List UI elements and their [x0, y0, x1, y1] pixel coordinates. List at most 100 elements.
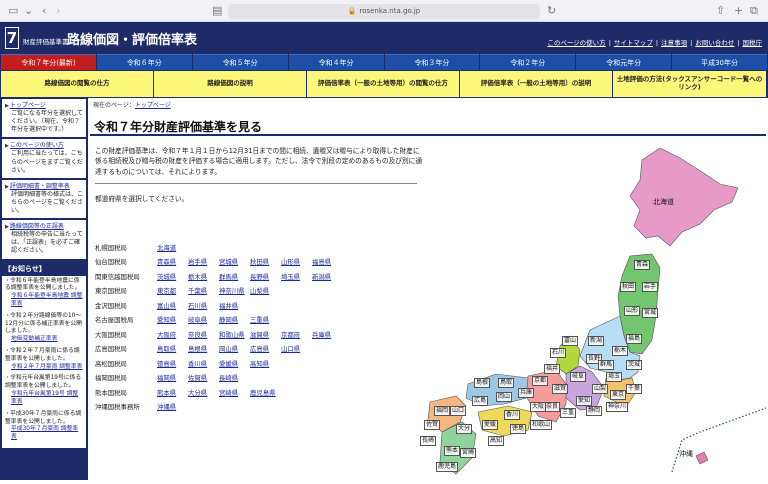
map-label-prefecture[interactable]: 東京 [610, 390, 627, 400]
prefecture-link[interactable]: 沖縄県 [157, 402, 188, 411]
site-logo[interactable]: 7 [5, 27, 19, 49]
map-label-prefecture[interactable]: 埼玉 [606, 372, 623, 382]
news-link[interactable]: 令和２年７月豪雨 調整率表 [5, 364, 83, 372]
map-label-prefecture[interactable]: 福井 [544, 364, 561, 374]
tab-r1[interactable]: 令和元年分 [576, 54, 672, 70]
back-icon[interactable]: ‹ [42, 3, 46, 19]
map-label-prefecture[interactable]: 三重 [560, 408, 577, 418]
address-bar[interactable]: 🔒 rosenka.nta.go.jp [228, 4, 540, 19]
prefecture-link[interactable]: 高知県 [250, 359, 281, 368]
link-contact[interactable]: お問い合わせ [695, 39, 734, 47]
link-notes[interactable]: 注意事項 [661, 39, 687, 47]
menu-rosenka-view[interactable]: 路線価図の閲覧の仕方 [1, 71, 153, 97]
map-label-prefecture[interactable]: 山口 [450, 406, 467, 416]
prefecture-link[interactable]: 滋賀県 [250, 330, 281, 339]
map-label-prefecture[interactable]: 岡山 [496, 392, 513, 402]
page-info-icon[interactable]: ▤ [212, 3, 222, 19]
link-how-to-use[interactable]: このページの使い方 [547, 39, 605, 47]
tab-r5[interactable]: 令和５年分 [192, 54, 288, 70]
map-label-prefecture[interactable]: 愛知 [576, 396, 593, 406]
prefecture-link[interactable]: 兵庫県 [312, 330, 343, 339]
sidebar-toggle-icon[interactable]: ▭ [8, 3, 18, 19]
prefecture-link[interactable]: 和歌山県 [219, 330, 250, 339]
prefecture-link[interactable]: 宮城県 [219, 257, 250, 266]
prefecture-link[interactable]: 秋田県 [250, 257, 281, 266]
sidebar-link-errata[interactable]: 路線価図等の正誤表 [10, 223, 64, 230]
map-label-prefecture[interactable]: 長崎 [420, 436, 437, 446]
menu-rosenka-explain[interactable]: 路線価図の説明 [154, 71, 306, 97]
prefecture-link[interactable]: 鹿児島県 [250, 388, 281, 397]
tabs-overview-icon[interactable]: ⧉ [750, 3, 758, 19]
map-label-prefecture[interactable]: 熊本 [444, 446, 461, 456]
prefecture-link[interactable]: 大阪府 [157, 330, 188, 339]
map-label-prefecture[interactable]: 高知 [488, 436, 505, 446]
prefecture-link[interactable]: 大分県 [188, 388, 219, 397]
breadcrumb-link-top[interactable]: トップページ [135, 102, 171, 109]
new-tab-icon[interactable]: + [734, 3, 743, 19]
prefecture-link[interactable]: 山梨県 [250, 286, 281, 295]
menu-tax-answer[interactable]: 土地評価の方法(タックスアンサーコード一覧へのリンク) [613, 71, 766, 97]
prefecture-link[interactable]: 石川県 [188, 301, 219, 310]
map-label-prefecture[interactable]: 岐阜 [570, 372, 587, 382]
map-label-prefecture[interactable]: 群馬 [598, 360, 615, 370]
prefecture-link[interactable]: 群馬県 [219, 272, 250, 281]
prefecture-link[interactable]: 岡山県 [219, 344, 250, 353]
map-label-prefecture[interactable]: 北海道 [652, 198, 675, 206]
link-nta[interactable]: 国税庁 [743, 39, 763, 47]
prefecture-link[interactable]: 広島県 [250, 344, 281, 353]
tab-r2[interactable]: 令和２年分 [480, 54, 576, 70]
map-label-prefecture[interactable]: 石川 [550, 348, 567, 358]
map-region-hokkaido[interactable] [629, 147, 739, 247]
sidebar-link-howto[interactable]: このページの使い方 [10, 142, 64, 149]
map-label-prefecture[interactable]: 佐賀 [424, 420, 441, 430]
sidebar-link-forms[interactable]: 評価明細書・調整率表 [10, 183, 70, 190]
map-label-prefecture[interactable]: 青森 [634, 260, 651, 270]
prefecture-link[interactable]: 香川県 [188, 359, 219, 368]
prefecture-link[interactable]: 東京都 [157, 286, 188, 295]
map-label-prefecture[interactable]: 徳島 [510, 424, 527, 434]
prefecture-link[interactable]: 茨城県 [157, 272, 188, 281]
prefecture-link[interactable]: 福島県 [312, 257, 343, 266]
map-label-prefecture[interactable]: 鹿児島 [436, 462, 459, 472]
news-link[interactable]: 令和６年能登半島地震 調整率表 [5, 293, 83, 309]
map-label-prefecture[interactable]: 沖縄 [678, 450, 694, 458]
prefecture-link[interactable]: 長野県 [250, 272, 281, 281]
map-label-prefecture[interactable]: 神奈川 [606, 402, 629, 412]
prefecture-link[interactable]: 岐阜県 [188, 315, 219, 324]
link-sitemap[interactable]: サイトマップ [614, 39, 653, 47]
tab-h30[interactable]: 平成30年分 [672, 54, 767, 70]
prefecture-link[interactable]: 青森県 [157, 257, 188, 266]
map-label-prefecture[interactable]: 愛媛 [482, 420, 499, 430]
tab-r6[interactable]: 令和６年分 [96, 54, 192, 70]
prefecture-link[interactable]: 千葉県 [188, 286, 219, 295]
prefecture-link[interactable]: 愛媛県 [219, 359, 250, 368]
share-icon[interactable]: ⇧ [716, 3, 725, 19]
map-label-prefecture[interactable]: 滋賀 [552, 384, 569, 394]
prefecture-link[interactable]: 島根県 [188, 344, 219, 353]
menu-bairitsu-explain[interactable]: 評価倍率表（一般の土地等用）の説明 [460, 71, 612, 97]
sidebar-link-top[interactable]: トップページ [10, 102, 46, 109]
map-label-prefecture[interactable]: 大分 [456, 424, 473, 434]
map-label-prefecture[interactable]: 大阪 [530, 402, 547, 412]
news-link[interactable]: 平成30年７月豪雨 調整率表 [5, 426, 83, 442]
map-label-prefecture[interactable]: 兵庫 [518, 388, 535, 398]
prefecture-link[interactable]: 熊本県 [157, 388, 188, 397]
map-label-prefecture[interactable]: 山形 [624, 306, 641, 316]
map-label-prefecture[interactable]: 香川 [504, 410, 521, 420]
map-label-prefecture[interactable]: 栃木 [612, 346, 629, 356]
prefecture-link[interactable]: 神奈川県 [219, 286, 250, 295]
map-label-prefecture[interactable]: 秋田 [620, 282, 637, 292]
news-link[interactable]: 地価変動補正率表 [5, 336, 83, 344]
prefecture-link[interactable]: 静岡県 [219, 315, 250, 324]
map-label-prefecture[interactable]: 福岡 [434, 406, 451, 416]
tab-r4[interactable]: 令和４年分 [288, 54, 384, 70]
prefecture-link[interactable]: 福井県 [219, 301, 250, 310]
map-label-prefecture[interactable]: 京都 [532, 376, 549, 386]
news-link[interactable]: 令和元年台風第19号 調整率表 [5, 391, 83, 407]
prefecture-link[interactable]: 京都府 [281, 330, 312, 339]
map-label-prefecture[interactable]: 千葉 [626, 384, 643, 394]
map-label-prefecture[interactable]: 宮城 [642, 308, 659, 318]
prefecture-link[interactable]: 宮崎県 [219, 388, 250, 397]
tab-r7[interactable]: 令和７年分(最新) [1, 54, 96, 70]
prefecture-link[interactable]: 山口県 [281, 344, 312, 353]
